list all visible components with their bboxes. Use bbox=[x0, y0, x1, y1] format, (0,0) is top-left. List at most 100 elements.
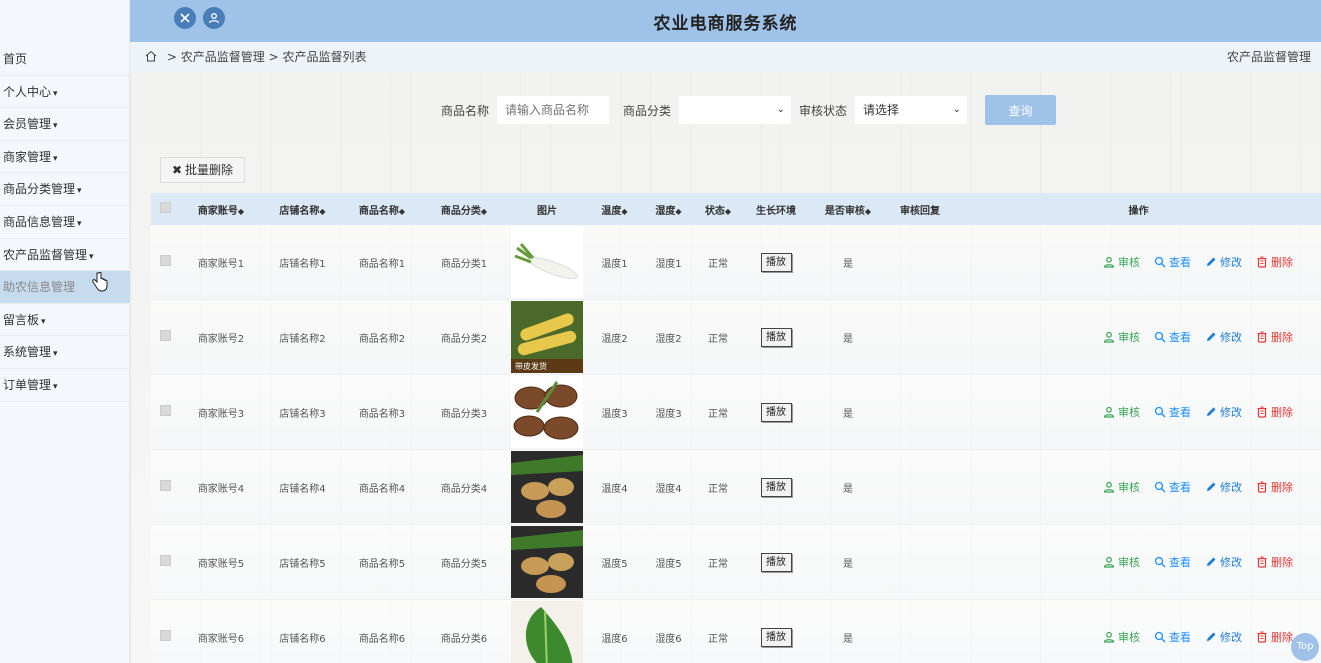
row-checkbox[interactable] bbox=[151, 555, 179, 569]
play-button[interactable]: 播放 bbox=[760, 402, 792, 422]
cell-ops: 审核 查看 修改 删除 bbox=[956, 254, 1321, 270]
sidebar-item-system[interactable]: 系统管理 ▾ bbox=[0, 336, 130, 369]
sidebar-item-supervision[interactable]: 农产品监督管理 ▾ bbox=[0, 239, 130, 272]
query-button[interactable]: 查询 bbox=[985, 95, 1057, 125]
edit-button[interactable]: 修改 bbox=[1205, 554, 1242, 570]
cell-image bbox=[506, 601, 588, 663]
category-select[interactable]: ⌄ bbox=[679, 96, 792, 124]
cell-status: 正常 bbox=[708, 633, 728, 645]
cell-env: 播放 bbox=[740, 327, 812, 347]
delete-button[interactable]: 删除 bbox=[1256, 404, 1293, 420]
audit-status-select[interactable]: 请选择 ⌄ bbox=[855, 96, 968, 124]
sidebar-item-categories[interactable]: 商品分类管理 ▾ bbox=[0, 173, 130, 206]
home-icon[interactable] bbox=[145, 43, 157, 62]
cell-env: 播放 bbox=[740, 627, 812, 647]
product-image[interactable]: 带皮发货 bbox=[511, 301, 583, 373]
play-button[interactable]: 播放 bbox=[760, 477, 792, 497]
table-row: 商家账号1 店铺名称1 商品名称1 商品分类1 温度1 湿度1 正常 播放 是 … bbox=[151, 225, 1321, 300]
view-button[interactable]: 查看 bbox=[1154, 254, 1191, 270]
chevron-down-icon: ⌄ bbox=[776, 104, 786, 115]
cell-temp: 温度6 bbox=[601, 633, 628, 645]
top-bar: 农业电商服务系统 bbox=[130, 0, 1321, 42]
batch-delete-button[interactable]: ✖ 批量删除 bbox=[160, 157, 245, 183]
sort-icon: ◆ bbox=[864, 206, 872, 216]
audit-button[interactable]: 审核 bbox=[1103, 479, 1140, 495]
sidebar-item-products[interactable]: 商品信息管理 ▾ bbox=[0, 206, 130, 239]
sidebar-item-message-board[interactable]: 留言板 ▾ bbox=[0, 304, 130, 337]
view-button[interactable]: 查看 bbox=[1154, 554, 1191, 570]
breadcrumb-level1[interactable]: 农产品监督管理 bbox=[181, 50, 265, 64]
edit-button[interactable]: 修改 bbox=[1205, 629, 1242, 645]
audit-button[interactable]: 审核 bbox=[1103, 404, 1140, 420]
edit-button[interactable]: 修改 bbox=[1205, 404, 1242, 420]
header-ops: 操作 bbox=[1128, 205, 1149, 217]
row-checkbox[interactable] bbox=[151, 480, 179, 494]
row-checkbox[interactable] bbox=[151, 630, 179, 644]
view-button[interactable]: 查看 bbox=[1154, 329, 1191, 345]
delete-button[interactable]: 删除 bbox=[1256, 254, 1293, 270]
pencil-icon bbox=[1207, 332, 1216, 341]
product-image[interactable] bbox=[511, 226, 583, 298]
back-to-top-button[interactable]: Top bbox=[1291, 633, 1319, 661]
product-image[interactable] bbox=[511, 376, 583, 448]
play-button[interactable]: 播放 bbox=[760, 627, 792, 647]
play-button[interactable]: 播放 bbox=[760, 252, 792, 272]
delete-button[interactable]: 删除 bbox=[1256, 554, 1293, 570]
sidebar-item-merchants[interactable]: 商家管理 ▾ bbox=[0, 141, 130, 174]
view-button[interactable]: 查看 bbox=[1154, 629, 1191, 645]
product-image[interactable] bbox=[511, 526, 583, 598]
delete-button[interactable]: 删除 bbox=[1256, 629, 1293, 645]
header-name[interactable]: 商品名称◆ bbox=[342, 202, 422, 217]
header-status[interactable]: 状态◆ bbox=[696, 202, 740, 217]
cell-status: 正常 bbox=[708, 558, 728, 570]
header-account[interactable]: 商家账号◆ bbox=[179, 202, 263, 217]
user-check-icon bbox=[1103, 556, 1115, 568]
caret-down-icon: ▾ bbox=[53, 349, 58, 360]
sidebar-item-personal-center[interactable]: 个人中心 ▾ bbox=[0, 76, 130, 109]
row-checkbox[interactable] bbox=[151, 405, 179, 419]
edit-button[interactable]: 修改 bbox=[1205, 329, 1242, 345]
row-checkbox[interactable] bbox=[151, 255, 179, 269]
audit-button[interactable]: 审核 bbox=[1103, 329, 1140, 345]
product-image[interactable] bbox=[511, 601, 583, 663]
sort-icon: ◆ bbox=[237, 206, 245, 216]
cell-audited: 是 bbox=[843, 408, 853, 420]
view-button[interactable]: 查看 bbox=[1154, 479, 1191, 495]
sidebar-item-aid-info[interactable]: 助农信息管理 bbox=[0, 271, 130, 304]
search-icon bbox=[1154, 556, 1166, 568]
row-checkbox[interactable] bbox=[151, 330, 179, 344]
product-name-input[interactable] bbox=[497, 96, 610, 124]
sidebar-item-home[interactable]: 首页 bbox=[0, 43, 130, 76]
search-icon bbox=[1154, 631, 1166, 643]
cell-category: 商品分类2 bbox=[440, 333, 488, 345]
pencil-icon bbox=[1207, 557, 1216, 566]
cell-shop: 店铺名称4 bbox=[279, 483, 326, 495]
header-audited[interactable]: 是否审核◆ bbox=[812, 202, 884, 217]
audit-button[interactable]: 审核 bbox=[1103, 254, 1140, 270]
cell-humidity: 湿度3 bbox=[655, 408, 682, 420]
cell-shop: 店铺名称1 bbox=[279, 258, 326, 270]
cell-name: 商品名称4 bbox=[358, 483, 406, 495]
delete-button[interactable]: 删除 bbox=[1256, 329, 1293, 345]
audit-button[interactable]: 审核 bbox=[1103, 629, 1140, 645]
header-shop[interactable]: 店铺名称◆ bbox=[263, 202, 342, 217]
cell-audited: 是 bbox=[843, 333, 853, 345]
sidebar-menu: 首页 个人中心 ▾ 会员管理 ▾ 商家管理 ▾ 商品分类管理 ▾ 商品信息管理 ▾ 农产品… bbox=[0, 43, 130, 402]
edit-button[interactable]: 修改 bbox=[1205, 479, 1242, 495]
cell-temp: 温度1 bbox=[601, 258, 628, 270]
product-image[interactable] bbox=[511, 451, 583, 523]
play-button[interactable]: 播放 bbox=[760, 327, 792, 347]
delete-button[interactable]: 删除 bbox=[1256, 479, 1293, 495]
edit-button[interactable]: 修改 bbox=[1205, 254, 1242, 270]
header-temp[interactable]: 温度◆ bbox=[588, 202, 641, 217]
audit-button[interactable]: 审核 bbox=[1103, 554, 1140, 570]
cell-humidity: 湿度6 bbox=[655, 633, 682, 645]
view-button[interactable]: 查看 bbox=[1154, 404, 1191, 420]
sidebar-item-orders[interactable]: 订单管理 ▾ bbox=[0, 369, 130, 402]
user-check-icon bbox=[1103, 631, 1115, 643]
select-all-checkbox[interactable] bbox=[151, 202, 179, 216]
sidebar-item-members[interactable]: 会员管理 ▾ bbox=[0, 108, 130, 141]
play-button[interactable]: 播放 bbox=[760, 552, 792, 572]
header-humidity[interactable]: 湿度◆ bbox=[641, 202, 696, 217]
header-category[interactable]: 商品分类◆ bbox=[422, 202, 506, 217]
